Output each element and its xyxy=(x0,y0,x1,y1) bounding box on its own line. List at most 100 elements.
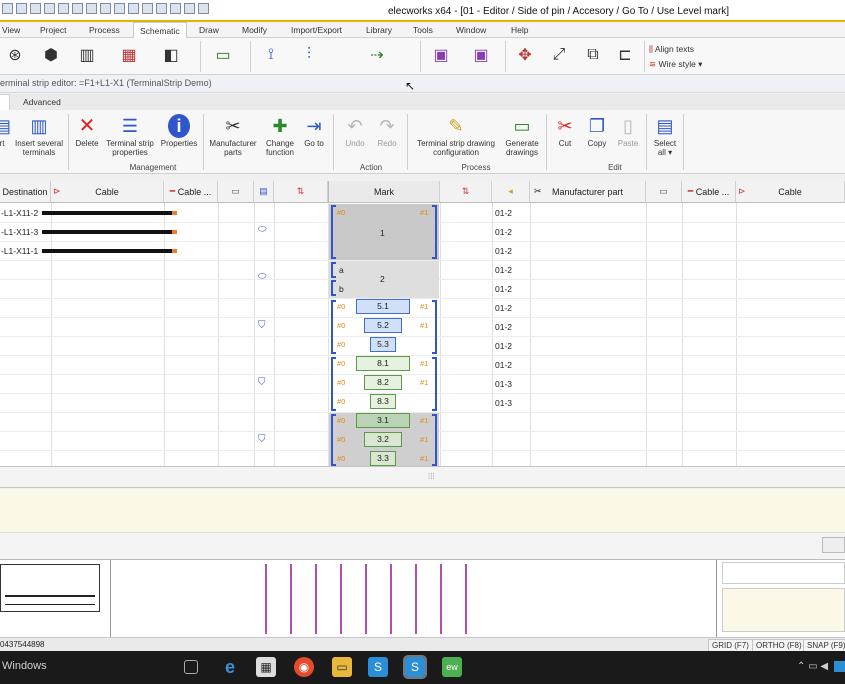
col-cable-core[interactable]: ━ Cable ... xyxy=(164,181,218,203)
title-block-thumbnail[interactable] xyxy=(0,564,100,612)
copy-area-icon[interactable]: ⧉ xyxy=(582,44,604,66)
menu-tools[interactable]: Tools xyxy=(413,25,433,35)
wire-style-button[interactable]: ≋ Wire style ▾ xyxy=(649,59,702,70)
menu-draw[interactable]: Draw xyxy=(199,25,219,35)
menu-project[interactable]: Project xyxy=(40,25,66,35)
select-all-button[interactable]: ▤ Select all ▾ xyxy=(650,114,680,157)
col-wire-icon[interactable]: ◂ xyxy=(492,181,530,203)
level-cell[interactable]: 01-2 xyxy=(495,303,512,313)
menu-modify[interactable]: Modify xyxy=(242,25,267,35)
menu-window[interactable]: Window xyxy=(456,25,486,35)
skype-icon[interactable]: S xyxy=(368,657,388,677)
align-icon[interactable]: ⊏ xyxy=(614,44,636,66)
col-level-left[interactable]: ⇅ xyxy=(274,181,328,203)
align-texts-button[interactable]: ⫼ Align texts xyxy=(649,44,694,55)
qa-icon[interactable] xyxy=(142,3,153,14)
col-cable-core-2[interactable]: ━ Cable ... xyxy=(682,181,736,203)
origin-icon[interactable]: ⟟ xyxy=(260,44,282,66)
col-cable-2[interactable]: ⊳ Cable xyxy=(736,181,845,203)
terminal-strip-properties-button[interactable]: ☰ Terminal strip properties xyxy=(103,114,157,157)
qa-icon[interactable] xyxy=(156,3,167,14)
mark-box[interactable]: 5.3 xyxy=(370,337,396,352)
col-level-right[interactable]: ⇅ xyxy=(440,181,492,203)
mark-box[interactable]: 3.1 xyxy=(356,413,410,428)
tray-icons[interactable]: ⌃ ▭ ◀ xyxy=(797,661,828,672)
col-jumper[interactable]: ▤ xyxy=(254,181,274,203)
resize-icon[interactable]: ⤢ xyxy=(548,44,570,66)
destination-cell[interactable]: -L1-X11-1 xyxy=(1,246,38,256)
level-cell[interactable]: 01-3 xyxy=(495,398,512,408)
drawing-preview[interactable] xyxy=(0,559,845,638)
menu-view[interactable]: View xyxy=(2,25,20,35)
component-icon[interactable]: ⊛ xyxy=(4,44,26,66)
pane-splitter[interactable]: ⁞⁞⁞ xyxy=(0,466,845,488)
menu-schematic[interactable]: Schematic xyxy=(133,22,187,38)
menu-import-export[interactable]: Import/Export xyxy=(291,25,342,35)
chrome-icon[interactable]: ◉ xyxy=(294,657,314,677)
cube-icon[interactable]: ⬢ xyxy=(40,44,62,66)
go-to-button[interactable]: ⇥ Go to xyxy=(302,114,326,149)
level-cell[interactable]: 01-2 xyxy=(495,341,512,351)
generate-drawings-button[interactable]: ▭ Generate drawings xyxy=(502,114,542,157)
multi-origin-icon[interactable]: ⫶ xyxy=(298,44,320,66)
terminal-grid-icon[interactable]: ▦ xyxy=(118,44,140,66)
level-cell[interactable]: 01-2 xyxy=(495,322,512,332)
change-function-button[interactable]: ✚ Change function xyxy=(260,114,300,157)
col-mark[interactable]: Mark xyxy=(328,181,440,203)
level-cell[interactable]: 01-2 xyxy=(495,360,512,370)
paste-button[interactable]: ▯ Paste xyxy=(615,114,641,149)
splitter-grip-icon[interactable]: ⁞⁞⁞ xyxy=(428,472,435,481)
qa-icon[interactable] xyxy=(72,3,83,14)
col-part-icon-2[interactable]: ▭ xyxy=(646,181,682,203)
destination-cell[interactable]: -L1-X11-2 xyxy=(1,208,38,218)
jumper-icon[interactable]: ⛉ xyxy=(258,434,266,445)
store-icon[interactable]: ▦ xyxy=(256,657,276,677)
wire[interactable] xyxy=(42,211,172,215)
copy-button[interactable]: ❐ Copy xyxy=(584,114,610,149)
mark-box[interactable]: 5.2 xyxy=(364,318,402,333)
plc-icon[interactable]: ▭ xyxy=(212,44,234,66)
qa-icon[interactable] xyxy=(170,3,181,14)
cut-button[interactable]: ✂ Cut xyxy=(552,114,578,149)
manufacturer-parts-button[interactable]: ✂ Manufacturer parts xyxy=(206,114,260,157)
level-cell[interactable]: 01-2 xyxy=(495,284,512,294)
qa-icon[interactable] xyxy=(30,3,41,14)
col-destination[interactable]: Destination xyxy=(0,181,51,203)
redo-button[interactable]: ↷ Redo xyxy=(372,114,402,149)
destination-cell[interactable]: -L1-X11-3 xyxy=(1,227,38,237)
qa-icon[interactable] xyxy=(86,3,97,14)
col-part-icon[interactable]: ▭ xyxy=(218,181,254,203)
level-cell[interactable]: 01-3 xyxy=(495,379,512,389)
wire-route-icon[interactable]: ⇢ xyxy=(366,44,388,66)
qa-icon[interactable] xyxy=(114,3,125,14)
menu-process[interactable]: Process xyxy=(89,25,120,35)
level-cell[interactable]: 01-2 xyxy=(495,208,512,218)
col-manufacturer-part[interactable]: ✂ Manufacturer part xyxy=(530,181,646,203)
edge-icon[interactable]: e xyxy=(220,657,240,677)
qa-icon[interactable] xyxy=(128,3,139,14)
jumper-icon[interactable]: ⬭ xyxy=(258,271,267,282)
level-cell[interactable]: 01-2 xyxy=(495,265,512,275)
mark-box[interactable]: 8.3 xyxy=(370,394,396,409)
undo-button[interactable]: ↶ Undo xyxy=(340,114,370,149)
insert-button[interactable]: ▤ rt xyxy=(0,114,11,149)
qa-icon[interactable] xyxy=(16,3,27,14)
mark-box[interactable]: 5.1 xyxy=(356,299,410,314)
mark-box[interactable]: 3.3 xyxy=(370,451,396,466)
wire[interactable] xyxy=(42,230,172,234)
tray-app-icon[interactable] xyxy=(834,661,845,672)
move-icon[interactable]: ✥ xyxy=(514,44,536,66)
skype-active-icon[interactable]: S xyxy=(403,655,427,679)
mark-box[interactable]: 3.2 xyxy=(364,432,402,447)
macro-edit-icon[interactable]: ▣ xyxy=(470,44,492,66)
level-cell[interactable]: 01-2 xyxy=(495,246,512,256)
delete-button[interactable]: ✕ Delete xyxy=(72,114,102,149)
tab-advanced[interactable]: Advanced xyxy=(17,94,67,110)
tab-main[interactable] xyxy=(0,94,10,110)
mark-box[interactable]: 8.1 xyxy=(356,356,410,371)
menu-library[interactable]: Library xyxy=(366,25,392,35)
drawing-configuration-button[interactable]: ✎ Terminal strip drawing configuration xyxy=(410,114,502,157)
quick-access-toolbar[interactable] xyxy=(2,3,209,14)
connector-icon[interactable]: ◧ xyxy=(160,44,182,66)
col-cable[interactable]: ⊳ Cable xyxy=(51,181,164,203)
